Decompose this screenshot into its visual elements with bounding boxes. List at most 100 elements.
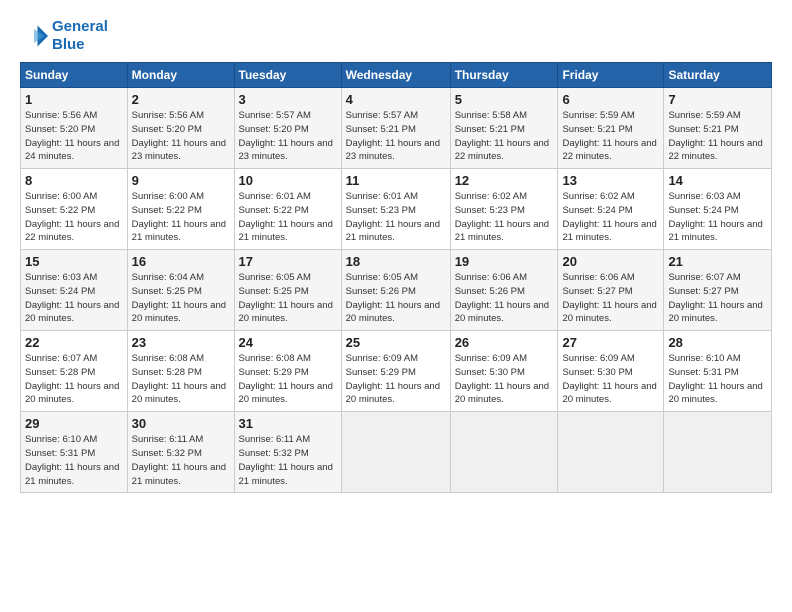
calendar-cell: 16 Sunrise: 6:04 AMSunset: 5:25 PMDaylig… (127, 250, 234, 331)
day-number: 5 (455, 92, 554, 107)
col-header-wednesday: Wednesday (341, 63, 450, 88)
day-info: Sunrise: 6:00 AMSunset: 5:22 PMDaylight:… (25, 190, 123, 245)
day-info: Sunrise: 6:10 AMSunset: 5:31 PMDaylight:… (25, 433, 123, 488)
calendar-week-2: 8 Sunrise: 6:00 AMSunset: 5:22 PMDayligh… (21, 169, 772, 250)
day-info: Sunrise: 6:07 AMSunset: 5:27 PMDaylight:… (668, 271, 767, 326)
day-number: 14 (668, 173, 767, 188)
calendar-cell: 22 Sunrise: 6:07 AMSunset: 5:28 PMDaylig… (21, 331, 128, 412)
day-info: Sunrise: 6:06 AMSunset: 5:26 PMDaylight:… (455, 271, 554, 326)
col-header-monday: Monday (127, 63, 234, 88)
day-info: Sunrise: 6:09 AMSunset: 5:30 PMDaylight:… (455, 352, 554, 407)
day-info: Sunrise: 6:02 AMSunset: 5:24 PMDaylight:… (562, 190, 659, 245)
calendar-cell: 29 Sunrise: 6:10 AMSunset: 5:31 PMDaylig… (21, 412, 128, 493)
calendar-cell: 18 Sunrise: 6:05 AMSunset: 5:26 PMDaylig… (341, 250, 450, 331)
calendar-cell: 24 Sunrise: 6:08 AMSunset: 5:29 PMDaylig… (234, 331, 341, 412)
col-header-sunday: Sunday (21, 63, 128, 88)
calendar-cell: 30 Sunrise: 6:11 AMSunset: 5:32 PMDaylig… (127, 412, 234, 493)
calendar-cell: 7 Sunrise: 5:59 AMSunset: 5:21 PMDayligh… (664, 88, 772, 169)
day-info: Sunrise: 6:05 AMSunset: 5:25 PMDaylight:… (239, 271, 337, 326)
calendar-cell: 31 Sunrise: 6:11 AMSunset: 5:32 PMDaylig… (234, 412, 341, 493)
day-info: Sunrise: 5:58 AMSunset: 5:21 PMDaylight:… (455, 109, 554, 164)
calendar-cell: 26 Sunrise: 6:09 AMSunset: 5:30 PMDaylig… (450, 331, 558, 412)
day-info: Sunrise: 6:04 AMSunset: 5:25 PMDaylight:… (132, 271, 230, 326)
calendar-cell: 21 Sunrise: 6:07 AMSunset: 5:27 PMDaylig… (664, 250, 772, 331)
calendar-cell (450, 412, 558, 493)
calendar-cell: 10 Sunrise: 6:01 AMSunset: 5:22 PMDaylig… (234, 169, 341, 250)
day-info: Sunrise: 6:09 AMSunset: 5:30 PMDaylight:… (562, 352, 659, 407)
calendar-week-1: 1 Sunrise: 5:56 AMSunset: 5:20 PMDayligh… (21, 88, 772, 169)
day-number: 12 (455, 173, 554, 188)
day-info: Sunrise: 5:56 AMSunset: 5:20 PMDaylight:… (132, 109, 230, 164)
calendar-cell: 1 Sunrise: 5:56 AMSunset: 5:20 PMDayligh… (21, 88, 128, 169)
day-info: Sunrise: 6:08 AMSunset: 5:28 PMDaylight:… (132, 352, 230, 407)
day-info: Sunrise: 6:09 AMSunset: 5:29 PMDaylight:… (346, 352, 446, 407)
header-row: SundayMondayTuesdayWednesdayThursdayFrid… (21, 63, 772, 88)
calendar-week-3: 15 Sunrise: 6:03 AMSunset: 5:24 PMDaylig… (21, 250, 772, 331)
calendar-cell: 25 Sunrise: 6:09 AMSunset: 5:29 PMDaylig… (341, 331, 450, 412)
calendar-cell: 23 Sunrise: 6:08 AMSunset: 5:28 PMDaylig… (127, 331, 234, 412)
day-number: 30 (132, 416, 230, 431)
day-number: 3 (239, 92, 337, 107)
day-info: Sunrise: 6:01 AMSunset: 5:22 PMDaylight:… (239, 190, 337, 245)
logo-icon (20, 22, 48, 50)
day-info: Sunrise: 6:03 AMSunset: 5:24 PMDaylight:… (668, 190, 767, 245)
day-number: 29 (25, 416, 123, 431)
col-header-tuesday: Tuesday (234, 63, 341, 88)
calendar-cell: 15 Sunrise: 6:03 AMSunset: 5:24 PMDaylig… (21, 250, 128, 331)
calendar-cell: 6 Sunrise: 5:59 AMSunset: 5:21 PMDayligh… (558, 88, 664, 169)
day-number: 21 (668, 254, 767, 269)
day-number: 16 (132, 254, 230, 269)
col-header-friday: Friday (558, 63, 664, 88)
col-header-thursday: Thursday (450, 63, 558, 88)
day-number: 6 (562, 92, 659, 107)
header: General Blue (20, 18, 772, 54)
calendar-cell: 3 Sunrise: 5:57 AMSunset: 5:20 PMDayligh… (234, 88, 341, 169)
day-info: Sunrise: 6:03 AMSunset: 5:24 PMDaylight:… (25, 271, 123, 326)
day-number: 10 (239, 173, 337, 188)
calendar-cell: 11 Sunrise: 6:01 AMSunset: 5:23 PMDaylig… (341, 169, 450, 250)
day-number: 19 (455, 254, 554, 269)
calendar-cell: 5 Sunrise: 5:58 AMSunset: 5:21 PMDayligh… (450, 88, 558, 169)
day-info: Sunrise: 6:10 AMSunset: 5:31 PMDaylight:… (668, 352, 767, 407)
day-number: 18 (346, 254, 446, 269)
page: General Blue SundayMondayTuesdayWednesda… (0, 0, 792, 612)
calendar-cell: 19 Sunrise: 6:06 AMSunset: 5:26 PMDaylig… (450, 250, 558, 331)
day-number: 8 (25, 173, 123, 188)
day-number: 27 (562, 335, 659, 350)
logo: General Blue (20, 18, 108, 54)
day-number: 20 (562, 254, 659, 269)
calendar-cell (558, 412, 664, 493)
day-number: 24 (239, 335, 337, 350)
day-number: 15 (25, 254, 123, 269)
day-number: 2 (132, 92, 230, 107)
day-number: 17 (239, 254, 337, 269)
calendar-cell: 20 Sunrise: 6:06 AMSunset: 5:27 PMDaylig… (558, 250, 664, 331)
day-number: 11 (346, 173, 446, 188)
logo-text: General Blue (52, 18, 108, 54)
calendar-cell: 9 Sunrise: 6:00 AMSunset: 5:22 PMDayligh… (127, 169, 234, 250)
day-number: 25 (346, 335, 446, 350)
day-info: Sunrise: 6:11 AMSunset: 5:32 PMDaylight:… (239, 433, 337, 488)
day-number: 1 (25, 92, 123, 107)
day-number: 22 (25, 335, 123, 350)
day-info: Sunrise: 6:11 AMSunset: 5:32 PMDaylight:… (132, 433, 230, 488)
calendar-cell: 14 Sunrise: 6:03 AMSunset: 5:24 PMDaylig… (664, 169, 772, 250)
calendar-cell: 17 Sunrise: 6:05 AMSunset: 5:25 PMDaylig… (234, 250, 341, 331)
day-number: 31 (239, 416, 337, 431)
col-header-saturday: Saturday (664, 63, 772, 88)
calendar-cell: 12 Sunrise: 6:02 AMSunset: 5:23 PMDaylig… (450, 169, 558, 250)
day-info: Sunrise: 5:57 AMSunset: 5:20 PMDaylight:… (239, 109, 337, 164)
day-info: Sunrise: 6:08 AMSunset: 5:29 PMDaylight:… (239, 352, 337, 407)
calendar-cell (341, 412, 450, 493)
calendar-week-4: 22 Sunrise: 6:07 AMSunset: 5:28 PMDaylig… (21, 331, 772, 412)
calendar-cell: 8 Sunrise: 6:00 AMSunset: 5:22 PMDayligh… (21, 169, 128, 250)
calendar-week-5: 29 Sunrise: 6:10 AMSunset: 5:31 PMDaylig… (21, 412, 772, 493)
day-number: 13 (562, 173, 659, 188)
calendar-cell: 13 Sunrise: 6:02 AMSunset: 5:24 PMDaylig… (558, 169, 664, 250)
calendar-table: SundayMondayTuesdayWednesdayThursdayFrid… (20, 62, 772, 493)
day-info: Sunrise: 5:59 AMSunset: 5:21 PMDaylight:… (562, 109, 659, 164)
day-info: Sunrise: 6:01 AMSunset: 5:23 PMDaylight:… (346, 190, 446, 245)
day-number: 28 (668, 335, 767, 350)
day-info: Sunrise: 6:00 AMSunset: 5:22 PMDaylight:… (132, 190, 230, 245)
day-info: Sunrise: 6:05 AMSunset: 5:26 PMDaylight:… (346, 271, 446, 326)
